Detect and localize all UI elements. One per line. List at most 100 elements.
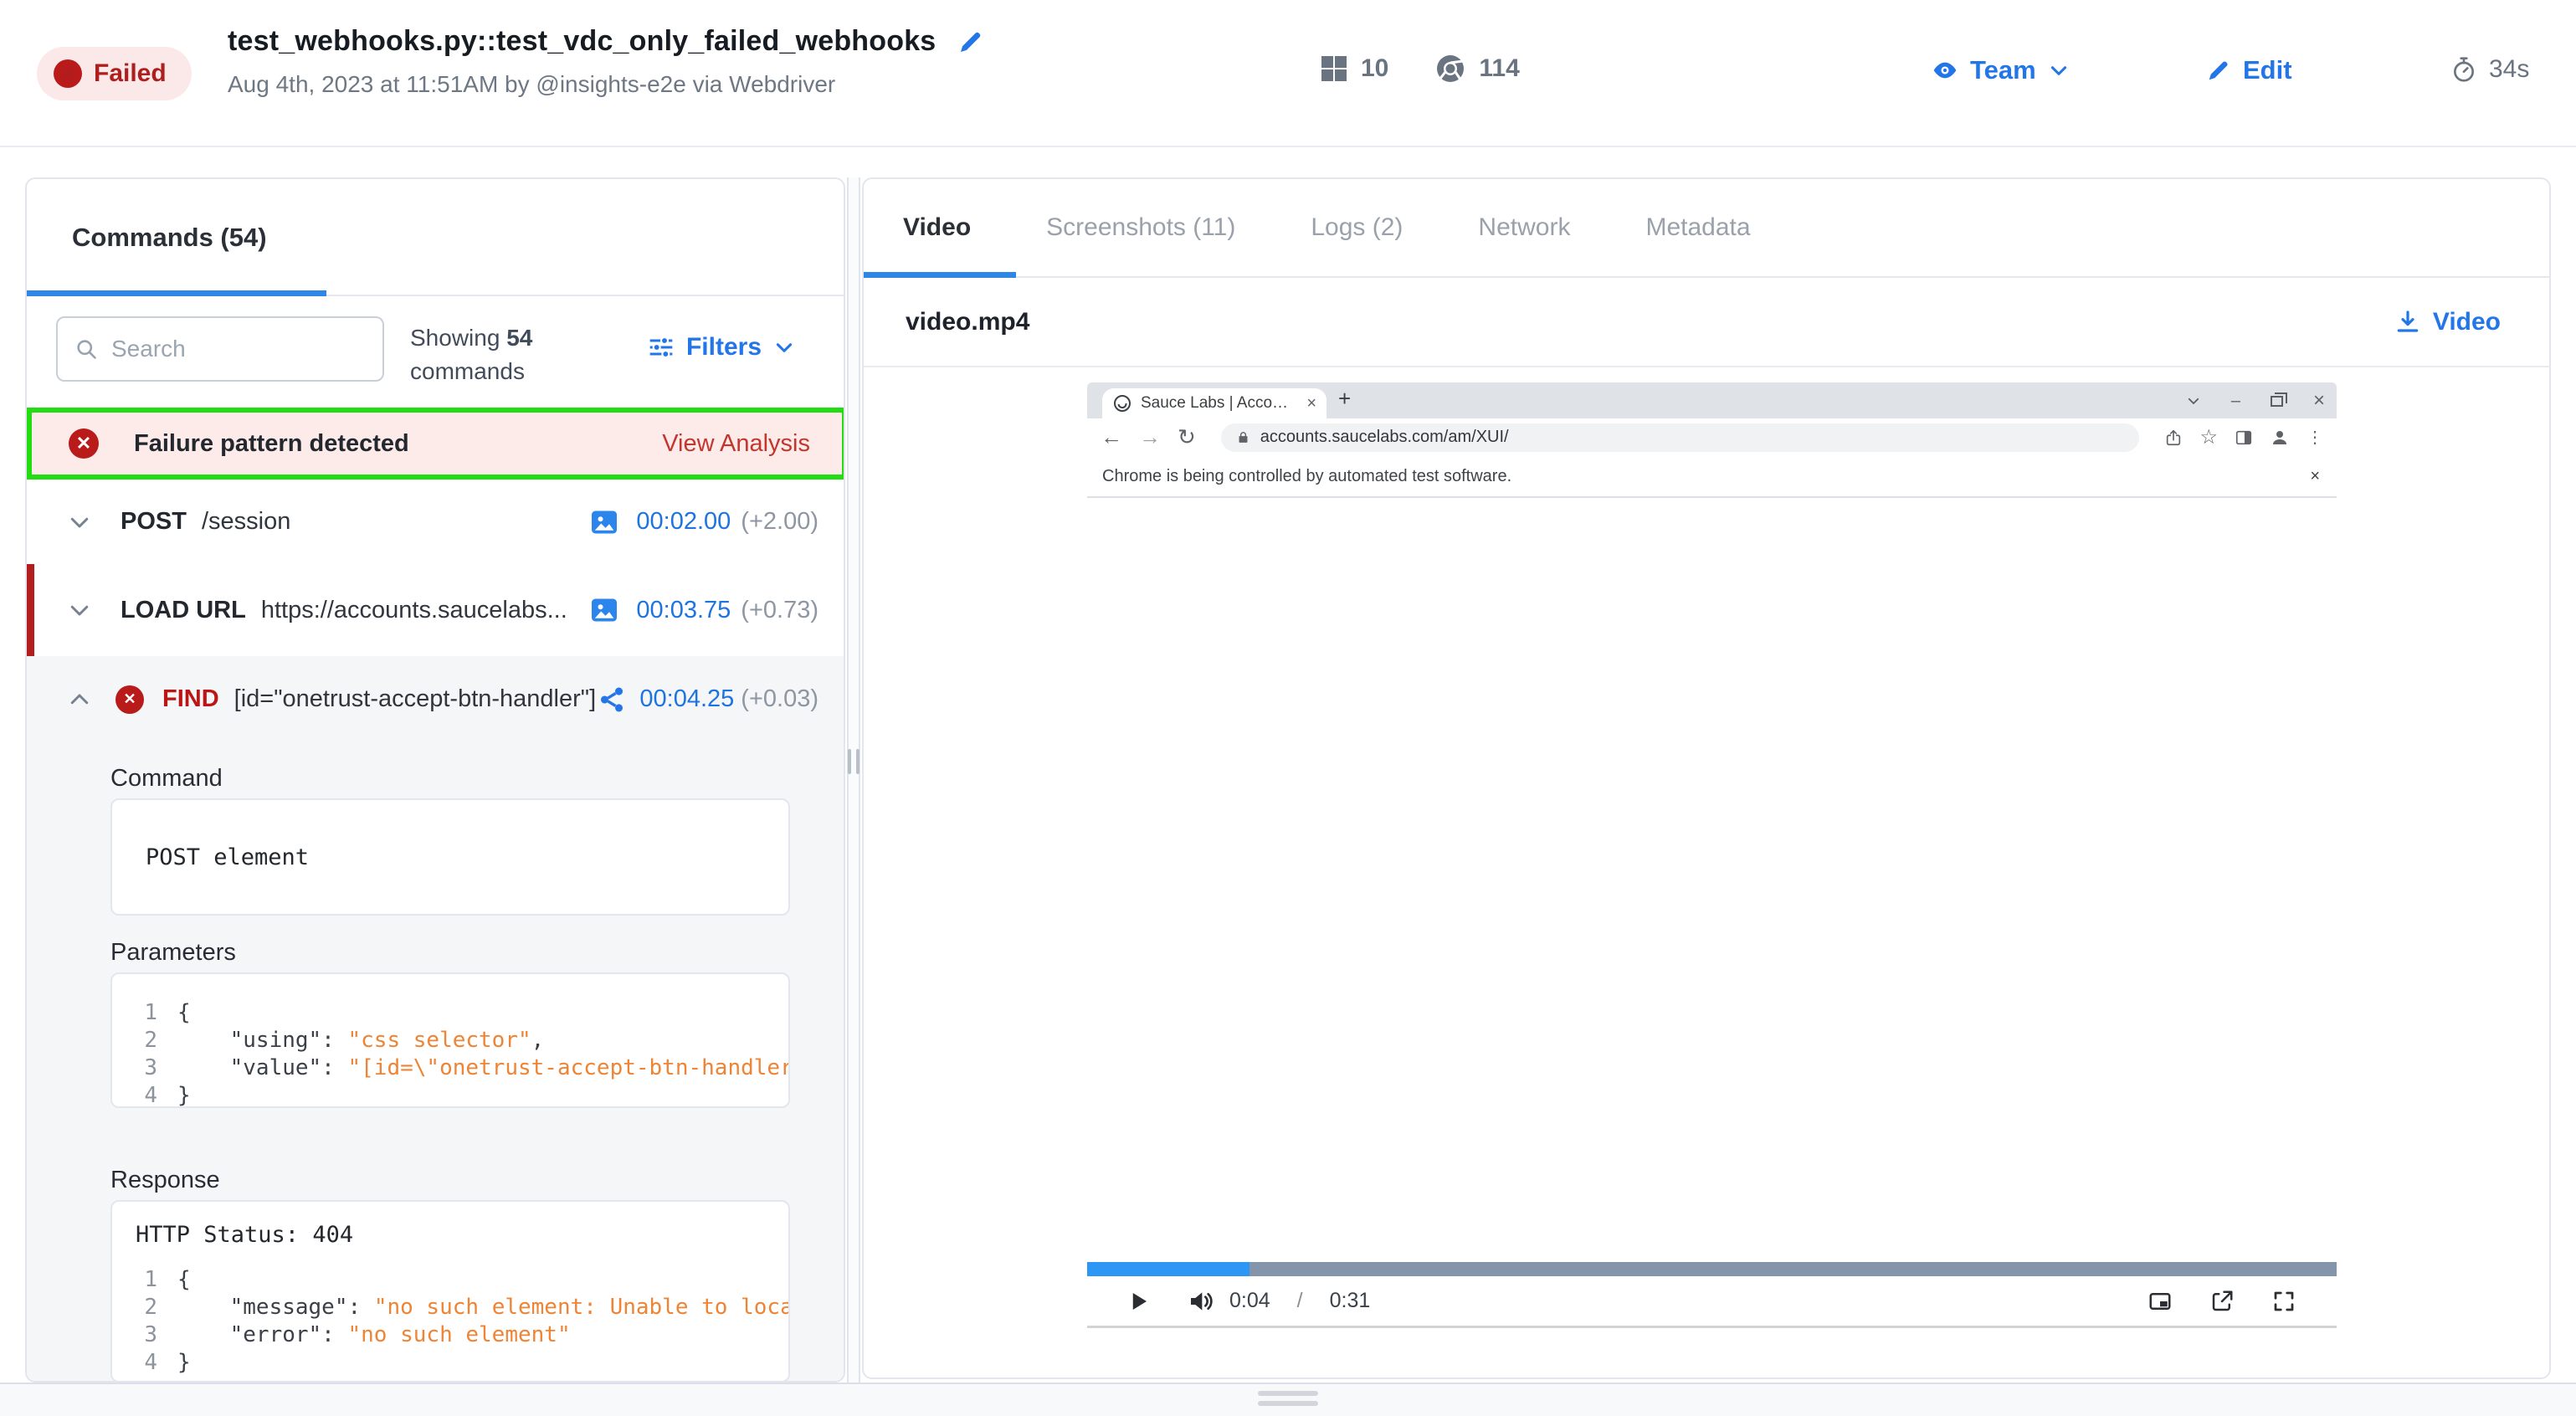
commands-panel: Commands (54) Showing 54 commands Filter… [25, 177, 845, 1383]
command-time[interactable]: 00:03.75 [636, 597, 731, 624]
search-box[interactable] [56, 316, 384, 382]
failed-x-icon: ✕ [54, 59, 82, 88]
video-stage: Sauce Labs | Accounts × + – × ← → ↻ [864, 367, 2549, 1329]
command-row-load-url[interactable]: LOAD URL https://accounts.saucelabs... 0… [27, 564, 845, 656]
profile-avatar-icon [2270, 428, 2290, 448]
forward-icon: → [1139, 424, 1161, 450]
tab-network[interactable]: Network [1478, 213, 1570, 242]
team-visibility-button[interactable]: Team [1932, 55, 2070, 85]
status-badge-label: Failed [94, 59, 167, 88]
code-line: 3 "error": "no such element" [136, 1321, 788, 1349]
page-title: test_webhooks.py::test_vdc_only_failed_w… [228, 25, 936, 58]
download-video-button[interactable]: Video [2394, 308, 2501, 336]
command-time-delta: (+0.73) [741, 597, 818, 624]
tab-video[interactable]: Video [903, 213, 971, 242]
tab-close-icon: × [1306, 394, 1316, 413]
browser-info: 114 [1435, 54, 1519, 84]
command-detail: https://accounts.saucelabs... [261, 597, 567, 624]
command-value: POST element [146, 844, 309, 870]
edit-title-pencil-icon[interactable] [957, 28, 984, 55]
title-block: test_webhooks.py::test_vdc_only_failed_w… [228, 25, 984, 98]
asset-name: video.mp4 [906, 308, 1029, 336]
commands-controls: Showing 54 commands Filters [27, 296, 844, 408]
fullscreen-button[interactable] [2271, 1289, 2296, 1314]
sidebar-icon [2235, 428, 2253, 447]
eye-icon [1932, 57, 1958, 84]
chevron-down-icon [67, 598, 92, 623]
command-time-delta: (+0.03) [741, 685, 818, 713]
tab-screenshots[interactable]: Screenshots (11) [1046, 213, 1235, 242]
parameters-section-label: Parameters [110, 939, 236, 967]
command-row-post-session[interactable]: POST /session 00:02.00 (+2.00) [27, 480, 845, 564]
tab-logs[interactable]: Logs (2) [1311, 213, 1403, 242]
edit-button[interactable]: Edit [2206, 55, 2292, 85]
minimize-icon: – [2231, 392, 2240, 411]
window-controls: – × [2186, 389, 2325, 413]
results-panel: Video Screenshots (11) Logs (2) Network … [862, 177, 2551, 1379]
showing-suffix: commands [410, 355, 603, 388]
chevron-down-icon [67, 510, 92, 535]
response-code-box: HTTP Status: 404 1{ 2 "message": "no suc… [110, 1200, 790, 1383]
response-section-label: Response [110, 1167, 220, 1194]
back-icon: ← [1101, 424, 1122, 450]
current-time: 0:04 [1229, 1289, 1270, 1313]
platform-info: 10 114 [1321, 54, 1520, 84]
chevron-down-icon [773, 336, 795, 358]
address-bar: accounts.saucelabs.com/am/XUI/ [1221, 423, 2140, 452]
results-tabbar: Video Screenshots (11) Logs (2) Network … [864, 179, 2549, 278]
code-line: 3 "value": "[id=\"onetrust-accept-btn-ha… [136, 1054, 788, 1082]
code-line: 4} [136, 1349, 788, 1377]
tab-metadata[interactable]: Metadata [1645, 213, 1750, 242]
page-header: ✕ Failed test_webhooks.py::test_vdc_only… [0, 0, 2576, 147]
chrome-icon [1435, 54, 1465, 84]
popout-button[interactable] [2209, 1289, 2235, 1314]
error-x-icon: ✕ [69, 428, 99, 459]
command-detail-panel: Command POST element Parameters 1{ 2 "us… [27, 742, 845, 1383]
search-icon [74, 337, 98, 361]
status-badge: ✕ Failed [37, 47, 192, 100]
command-time[interactable]: 00:02.00 [636, 508, 731, 536]
commands-tab-underline [27, 290, 326, 296]
command-time[interactable]: 00:04.25 [639, 685, 734, 713]
search-input[interactable] [111, 336, 346, 362]
share-page-icon [2164, 428, 2183, 447]
duration-indicator: 34s [2450, 55, 2529, 84]
video-player[interactable]: Sauce Labs | Accounts × + – × ← → ↻ [1087, 382, 2337, 1276]
os-info: 10 [1321, 54, 1388, 83]
command-row-find[interactable]: ✕ FIND [id="onetrust-accept-btn-handler"… [27, 656, 845, 742]
bottom-drawer [0, 1383, 2576, 1416]
chevron-down-icon [2048, 59, 2070, 81]
picture-in-picture-button[interactable] [2148, 1289, 2173, 1314]
volume-button[interactable] [1188, 1288, 1214, 1315]
filters-button[interactable]: Filters [648, 333, 795, 362]
reload-icon: ↻ [1178, 424, 1196, 450]
total-duration: 0:31 [1330, 1289, 1371, 1313]
pencil-icon [2206, 58, 2231, 83]
panel-resize-handle[interactable] [847, 177, 860, 1383]
tab-commands[interactable]: Commands (54) [72, 223, 267, 253]
favicon-icon [1114, 395, 1131, 412]
failure-pattern-banner: ✕ Failure pattern detected View Analysis [27, 408, 845, 480]
video-browser-tab: Sauce Labs | Accounts × [1102, 388, 1326, 418]
screenshot-thumbnail-icon[interactable] [589, 507, 619, 537]
commands-tabbar: Commands (54) [27, 179, 844, 296]
view-analysis-link[interactable]: View Analysis [662, 430, 810, 458]
command-method: FIND [162, 685, 219, 713]
video-browser-tabstrip: Sauce Labs | Accounts × + – × [1087, 382, 2337, 418]
screenshot-thumbnail-icon[interactable] [589, 595, 619, 625]
new-tab-icon: + [1338, 386, 1351, 412]
failure-banner-message: Failure pattern detected [134, 430, 409, 458]
windows-icon [1321, 55, 1347, 82]
share-icon[interactable] [598, 685, 626, 714]
drawer-drag-handle[interactable] [1258, 1391, 1318, 1406]
download-icon [2394, 309, 2421, 336]
play-button[interactable] [1126, 1289, 1151, 1314]
command-time-delta: (+2.00) [741, 508, 818, 536]
command-section-label: Command [110, 765, 223, 793]
video-controls: 0:04 / 0:31 [1087, 1276, 2337, 1328]
video-browser-toolbar: ← → ↻ accounts.saucelabs.com/am/XUI/ ☆ [1087, 418, 2337, 456]
video-timeline[interactable] [1087, 1262, 2337, 1276]
infobar-close-icon: × [2310, 467, 2320, 486]
url-text: accounts.saucelabs.com/am/XUI/ [1260, 428, 1509, 447]
lock-icon [1236, 430, 1250, 444]
